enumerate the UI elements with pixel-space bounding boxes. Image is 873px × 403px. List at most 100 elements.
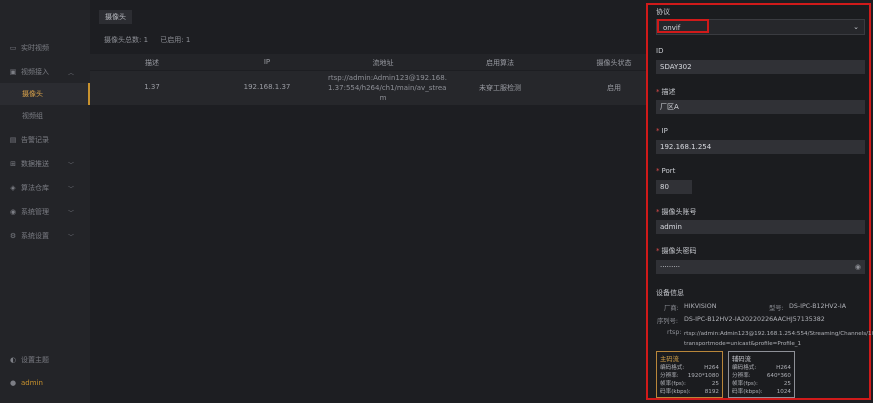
ip-label-text: IP (661, 127, 668, 135)
vendor-value: HIKVISION (684, 303, 717, 310)
sub-stream-codec: 编码格式: H264 (732, 365, 791, 371)
sub-stream-fps: 帧率(fps): 25 (732, 381, 791, 387)
description-field[interactable]: 厂区A (656, 100, 865, 114)
sidebar-item-video-group[interactable]: 视频组 (0, 105, 90, 127)
sidebar-item-label: 系统管理 (21, 208, 49, 216)
camera-stats: 摄像头总数: 1 已启用: 1 (104, 35, 200, 45)
cell-ip: 192.168.1.37 (243, 83, 291, 91)
protocol-value: onvif (657, 19, 709, 33)
chevron-down-icon: ﹀ (67, 185, 74, 193)
tab-camera[interactable]: 摄像头 (99, 10, 132, 24)
password-field[interactable]: ········· ◉ (656, 260, 865, 274)
monitor-icon: ▭ (9, 44, 17, 52)
sub-stream-bitrate: 码率(kbps): 1024 (732, 389, 791, 395)
port-label-text: Port (661, 167, 676, 175)
password-value: ········· (660, 263, 681, 271)
user-menu[interactable]: ● admin (0, 372, 90, 394)
sidebar-item-label: 算法仓库 (21, 184, 49, 192)
sub-stream-title: 辅码流 (732, 356, 751, 363)
sidebar-item-label: 系统设置 (21, 232, 49, 240)
main-stream-title: 主码流 (660, 356, 679, 363)
sidebar-item-alarm-records[interactable]: ▤ 告警记录 (0, 129, 90, 151)
ip-label: * IP (656, 127, 668, 135)
sidebar-item-system-admin[interactable]: ◉ 系统管理 ﹀ (0, 201, 90, 223)
column-header: 流地址 (372, 59, 394, 67)
main-stream-fps: 帧率(fps): 25 (660, 381, 719, 387)
sub-stream-resolution: 分辨率: 640*360 (732, 373, 791, 379)
palette-icon: ◐ (9, 356, 17, 364)
sidebar-item-data-push[interactable]: ⊞ 数据推送 ﹀ (0, 153, 90, 175)
account-field[interactable]: admin (656, 220, 865, 234)
user-icon: ● (9, 379, 17, 387)
main-stream-bitrate: 码率(kbps): 8192 (660, 389, 719, 395)
video-icon: ▣ (9, 68, 17, 76)
camera-edit-panel: 协议 onvif ⌄ ID SDAY302 * 描述 厂区A * IP 192.16… (646, 3, 873, 400)
sidebar-item-video-access[interactable]: ▣ 视频接入 ︿ (0, 61, 90, 83)
account-label-text: 摄像头账号 (661, 208, 697, 216)
settings-icon: ⚙ (9, 232, 17, 240)
port-label: * Port (656, 167, 676, 175)
cell-algorithm: 未穿工服检测 (479, 84, 521, 92)
cell-description: 1.37 (144, 83, 160, 91)
stream-url-line: m (379, 94, 387, 102)
id-field[interactable]: SDAY302 (656, 60, 865, 74)
sidebar-item-label: 数据推送 (21, 160, 49, 168)
description-label-text: 描述 (661, 88, 676, 96)
serial-value: DS-IPC-B12HV2-IA20220226AACHJ57135382 (684, 316, 825, 323)
column-header: 描述 (145, 59, 159, 67)
chevron-down-icon: ﹀ (67, 209, 74, 217)
theme-label: 设置主题 (21, 356, 49, 364)
sidebar-item-system-settings[interactable]: ⚙ 系统设置 ﹀ (0, 225, 90, 247)
sidebar-item-label: 实时视频 (21, 44, 49, 52)
sidebar-item-algorithm-store[interactable]: ◈ 算法仓库 ﹀ (0, 177, 90, 199)
sub-stream-card: 辅码流 编码格式: H264 分辨率: 640*360 帧率(fps): 25 码率(… (728, 351, 795, 398)
chevron-up-icon: ︿ (67, 69, 74, 77)
chevron-down-icon: ⌄ (853, 23, 859, 31)
sidebar: ▭ 实时视频 ▣ 视频接入 ︿ 摄像头 视频组 ▤ 告警记录 ⊞ 数据推送 ﹀ … (0, 0, 90, 403)
chevron-down-icon: ﹀ (67, 233, 74, 241)
column-header: IP (263, 58, 271, 66)
rtsp-line: transportmode=unicast&profile=Profile_1 (684, 341, 802, 347)
description-label: * 描述 (656, 88, 676, 96)
sidebar-item-camera[interactable]: 摄像头 (0, 83, 90, 105)
main-stream-resolution: 分辨率: 1920*1080 (660, 373, 719, 379)
rtsp-value: rtsp://admin:Admin123@192.168.1.254:554/… (684, 329, 873, 349)
table-row[interactable]: 1.37 192.168.1.37 rtsp://admin:Admin123@… (90, 71, 646, 105)
cell-status: 启用 (607, 84, 621, 92)
user-name: admin (21, 379, 43, 387)
rtsp-line: rtsp://admin:Admin123@192.168.1.254:554/… (684, 331, 873, 337)
column-header: 启用算法 (486, 59, 514, 67)
camera-total: 摄像头总数: 1 (104, 36, 149, 44)
eye-icon[interactable]: ◉ (855, 260, 861, 274)
sidebar-item-label: 视频接入 (21, 68, 49, 76)
stream-url-line: rtsp://admin:Admin123@192.168. (328, 74, 447, 82)
sidebar-item-label: 摄像头 (22, 90, 43, 98)
model-value: DS-IPC-B12HV2-IA (789, 303, 847, 310)
main-stream-card: 主码流 编码格式: H264 分辨率: 1920*1080 帧率(fps): 25 码… (656, 351, 723, 398)
table-header: 描述 IP 流地址 启用算法 摄像头状态 (90, 54, 646, 70)
cube-icon: ◈ (10, 184, 16, 192)
cell-stream-url: rtsp://admin:Admin123@192.168. 1.37:554/… (328, 73, 447, 103)
theme-button[interactable]: ◐ 设置主题 (0, 349, 90, 371)
sidebar-item-live-video[interactable]: ▭ 实时视频 (0, 37, 90, 59)
port-field[interactable]: 80 (656, 180, 692, 194)
protocol-select[interactable]: onvif ⌄ (656, 19, 865, 35)
device-info-title: 设备信息 (656, 289, 684, 297)
password-label: * 摄像头密码 (656, 247, 697, 255)
push-icon: ⊞ (10, 160, 16, 168)
column-header: 摄像头状态 (596, 59, 632, 67)
ip-field[interactable]: 192.168.1.254 (656, 140, 865, 154)
model-label: 型号: (769, 305, 784, 312)
sidebar-item-label: 视频组 (22, 112, 43, 120)
rtsp-label: rtsp: (667, 329, 682, 336)
account-label: * 摄像头账号 (656, 208, 697, 216)
stream-url-line: 1.37:554/h264/ch1/main/av_strea (328, 84, 447, 92)
vendor-label: 厂商: (664, 305, 679, 312)
camera-enabled: 已启用: 1 (160, 36, 191, 44)
chevron-down-icon: ﹀ (67, 161, 74, 169)
main-content: 摄像头 摄像头总数: 1 已启用: 1 描述 IP 流地址 启用算法 摄像头状态… (90, 0, 646, 403)
alarm-icon: ▤ (9, 136, 17, 144)
id-label: ID (656, 47, 664, 55)
admin-icon: ◉ (9, 208, 17, 216)
sidebar-item-label: 告警记录 (21, 136, 49, 144)
